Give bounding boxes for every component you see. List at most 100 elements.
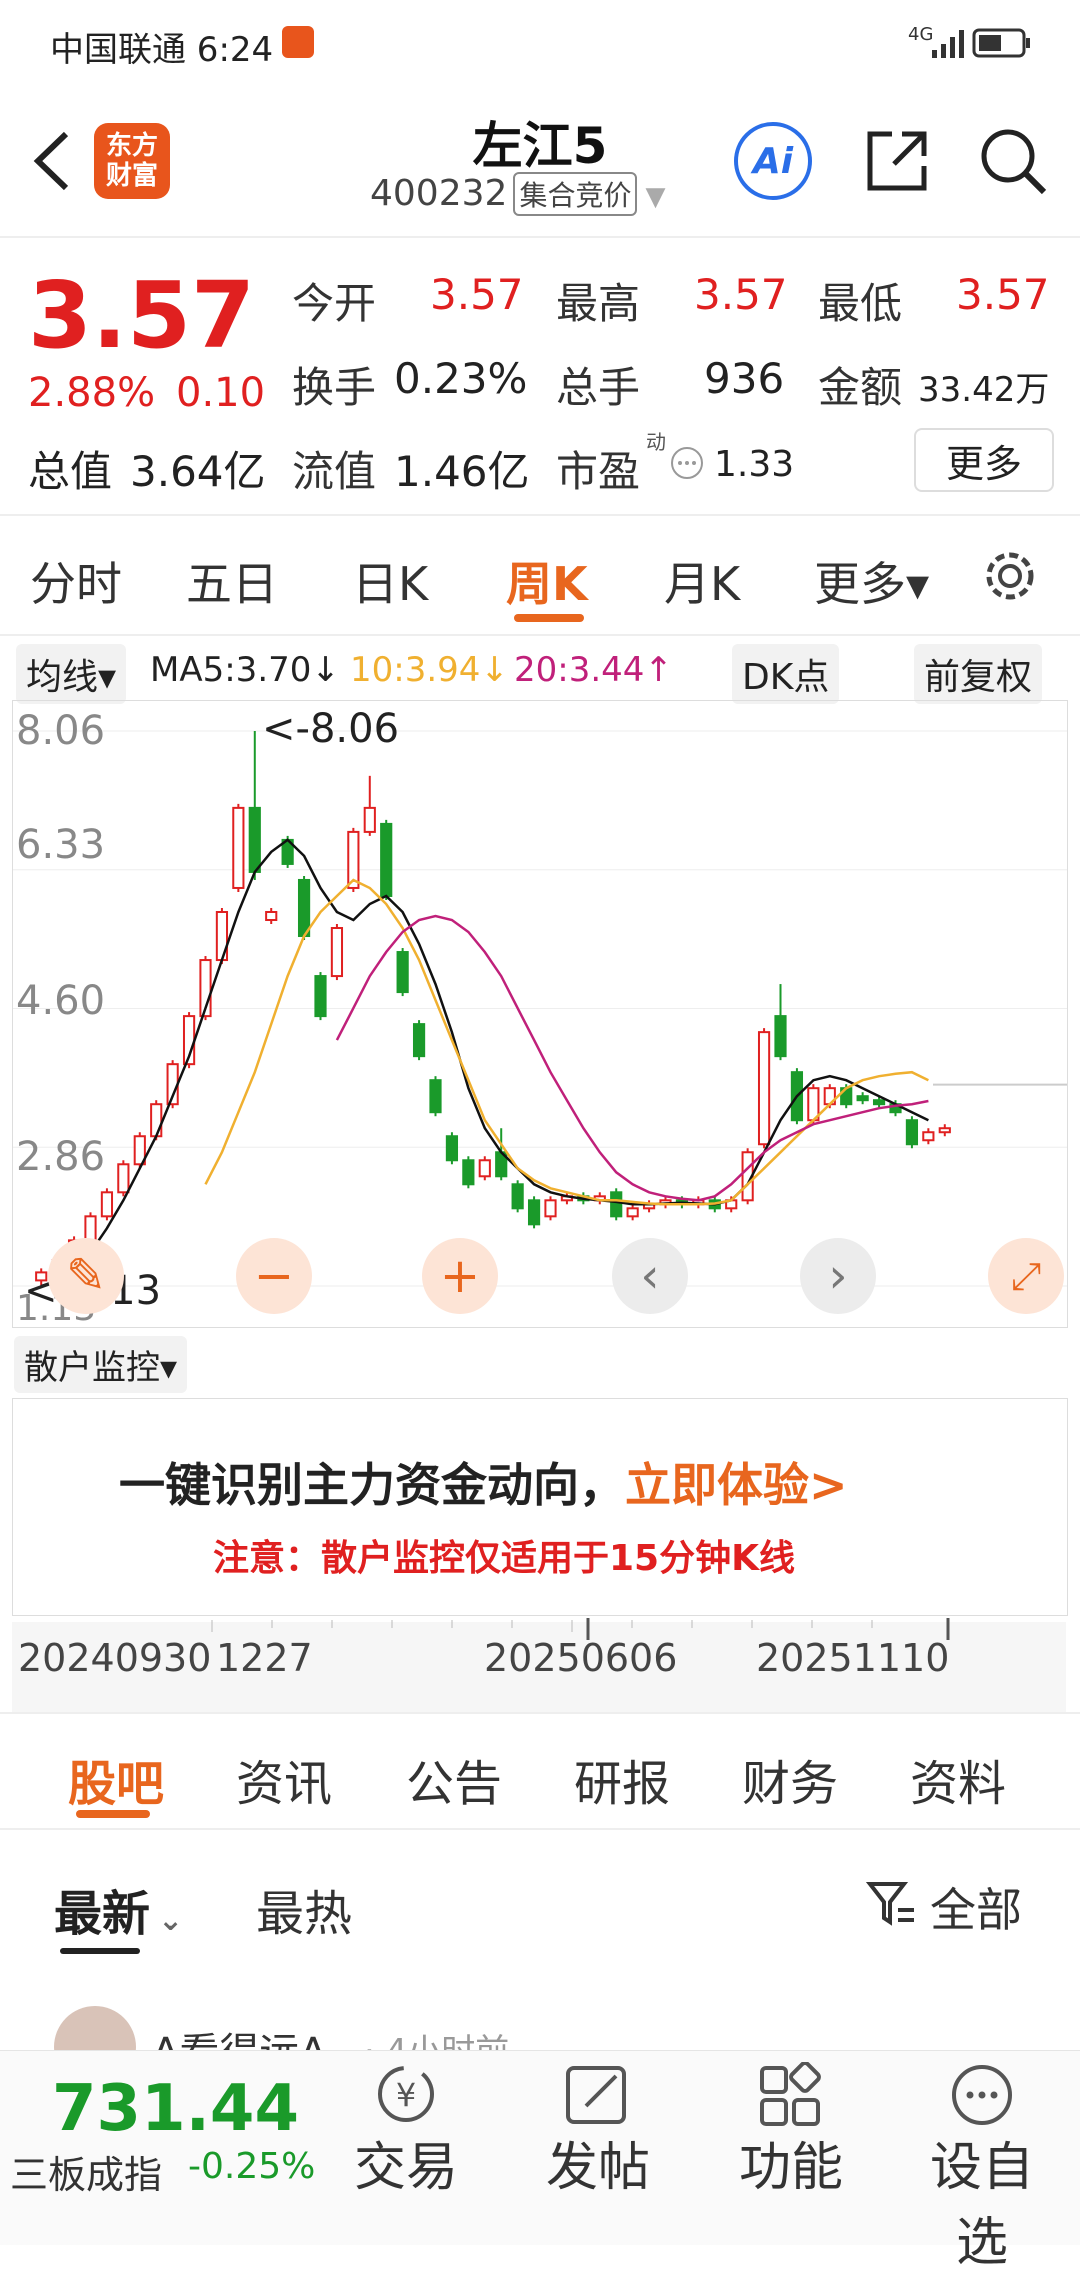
compose-icon[interactable] xyxy=(562,2062,634,2128)
candle-body xyxy=(757,1031,771,1146)
candle xyxy=(511,1180,524,1213)
candle xyxy=(905,1116,919,1149)
candle xyxy=(232,803,245,892)
battery-icon xyxy=(972,28,1030,58)
filter-indicator xyxy=(60,1948,140,1954)
candle-body xyxy=(774,1015,787,1058)
zoom-out-button[interactable]: − xyxy=(236,1238,312,1314)
nav-add-watchlist[interactable]: 设自选 xyxy=(907,2125,1057,2275)
high-value: 3.57 xyxy=(694,270,788,319)
candle xyxy=(314,972,327,1021)
tab-intraday[interactable]: 分时 xyxy=(30,548,122,614)
more-button[interactable]: 更多 xyxy=(914,428,1054,492)
tab-monthly-k[interactable]: 月K xyxy=(664,548,740,614)
float-cap-label: 流值 xyxy=(292,447,377,496)
low-value: 3.57 xyxy=(956,270,1050,319)
pe-value: 1.33 xyxy=(714,444,795,485)
tab-announcements[interactable]: 公告 xyxy=(406,1744,502,1814)
amount-value: 33.42万 xyxy=(918,370,1050,410)
candle-body xyxy=(922,1131,935,1142)
search-icon[interactable] xyxy=(976,124,1050,198)
candle-body xyxy=(429,1079,442,1114)
tab-five-day[interactable]: 五日 xyxy=(186,548,278,614)
tab-research[interactable]: 研报 xyxy=(574,1744,670,1814)
candle xyxy=(248,731,261,880)
filter-hot[interactable]: 最热 xyxy=(256,1874,352,1944)
candle-body xyxy=(117,1163,130,1194)
active-tab-indicator xyxy=(514,614,584,622)
candle xyxy=(363,775,376,836)
more-circle-icon[interactable] xyxy=(946,2062,1018,2128)
index-value[interactable]: 731.44 xyxy=(52,2072,299,2146)
candle-body xyxy=(544,1199,557,1218)
scroll-left-button[interactable]: ‹ xyxy=(612,1238,688,1314)
monitor-banner[interactable]: 一键识别主力资金动向，立即体验> 注意：散户监控仅适用于15分钟K线 xyxy=(12,1398,1068,1616)
eastmoney-logo[interactable]: 东方 财富 xyxy=(94,123,170,199)
candle-body xyxy=(872,1099,886,1106)
candle-body xyxy=(511,1183,524,1210)
candle xyxy=(182,1012,196,1069)
tab-weekly-k[interactable]: 周K xyxy=(506,548,588,614)
dropdown-triangle-icon: ▼ xyxy=(645,182,666,212)
stock-code-row[interactable]: 400232 集合竞价 ▼ xyxy=(370,172,665,216)
apps-icon[interactable] xyxy=(756,2062,828,2128)
filter-latest[interactable]: 最新 ⌄ xyxy=(54,1874,183,1944)
scroll-right-button[interactable]: › xyxy=(800,1238,876,1314)
tab-daily-k[interactable]: 日K xyxy=(352,548,428,614)
filter-icon[interactable] xyxy=(864,1876,918,1930)
dk-point-toggle[interactable]: DK点 xyxy=(732,644,840,704)
candle-body xyxy=(626,1207,639,1218)
volume-label: 总手 xyxy=(556,363,641,412)
nav-post[interactable]: 发帖 xyxy=(523,2125,673,2200)
candle xyxy=(922,1128,935,1145)
filter-all[interactable]: 全部 xyxy=(930,1874,1022,1940)
kline-chart[interactable] xyxy=(12,700,1068,1328)
candle-body xyxy=(396,951,409,994)
retail-monitor-select[interactable]: 散户监控▾ xyxy=(14,1336,188,1393)
index-name[interactable]: 三板成指 xyxy=(10,2144,162,2199)
candle-body xyxy=(905,1119,919,1146)
nav-functions[interactable]: 功能 xyxy=(716,2125,866,2200)
y-tick-1: 6.33 xyxy=(16,822,106,868)
candle xyxy=(544,1196,557,1221)
low-label: 最低 xyxy=(818,279,903,328)
more-dots-icon[interactable] xyxy=(670,446,704,480)
candle xyxy=(856,1092,869,1105)
tab-profile[interactable]: 资料 xyxy=(910,1744,1006,1814)
candle-body xyxy=(100,1191,114,1218)
chevron-down-icon: ⌄ xyxy=(158,1903,184,1938)
draw-tool-icon[interactable]: ✎ xyxy=(48,1238,124,1314)
zoom-in-button[interactable]: + xyxy=(422,1238,498,1314)
adjust-select[interactable]: 前复权 xyxy=(914,644,1043,704)
ma10-line xyxy=(204,878,929,1206)
candle-body xyxy=(527,1199,541,1226)
divider xyxy=(0,1712,1080,1714)
x-label-3: 20251110 xyxy=(756,1636,950,1680)
nav-trade[interactable]: 交易 xyxy=(331,2125,481,2200)
trade-icon[interactable]: ¥ xyxy=(370,2062,442,2128)
candle xyxy=(462,1156,475,1189)
back-arrow-icon[interactable] xyxy=(22,126,82,196)
max-marker: <-8.06 xyxy=(262,706,400,752)
tab-guba[interactable]: 股吧 xyxy=(68,1744,164,1814)
fullscreen-icon[interactable]: ⤢ xyxy=(988,1238,1064,1314)
gear-icon[interactable] xyxy=(982,548,1038,604)
candle-body xyxy=(314,975,327,1018)
candle-body xyxy=(150,1103,163,1138)
monitor-headline: 一键识别主力资金动向，立即体验> xyxy=(119,1458,848,1512)
ma-select[interactable]: 均线▾ xyxy=(16,644,127,704)
ai-icon[interactable]: Ai xyxy=(734,122,812,200)
divider xyxy=(0,1828,1080,1830)
ma5-line xyxy=(40,838,929,1288)
try-now-link[interactable]: 立即体验> xyxy=(625,1458,848,1512)
carrier-time: 中国联通 6:24 xyxy=(50,30,274,70)
tab-news[interactable]: 资讯 xyxy=(236,1744,332,1814)
candle xyxy=(265,907,278,925)
tab-more[interactable]: 更多▾ xyxy=(814,548,929,614)
tab-financials[interactable]: 财务 xyxy=(742,1744,838,1814)
candle-body xyxy=(478,1159,491,1178)
share-icon[interactable] xyxy=(862,126,932,196)
signal-icon xyxy=(932,30,964,58)
change-abs: 0.10 xyxy=(176,370,266,416)
candle-body xyxy=(380,822,393,897)
